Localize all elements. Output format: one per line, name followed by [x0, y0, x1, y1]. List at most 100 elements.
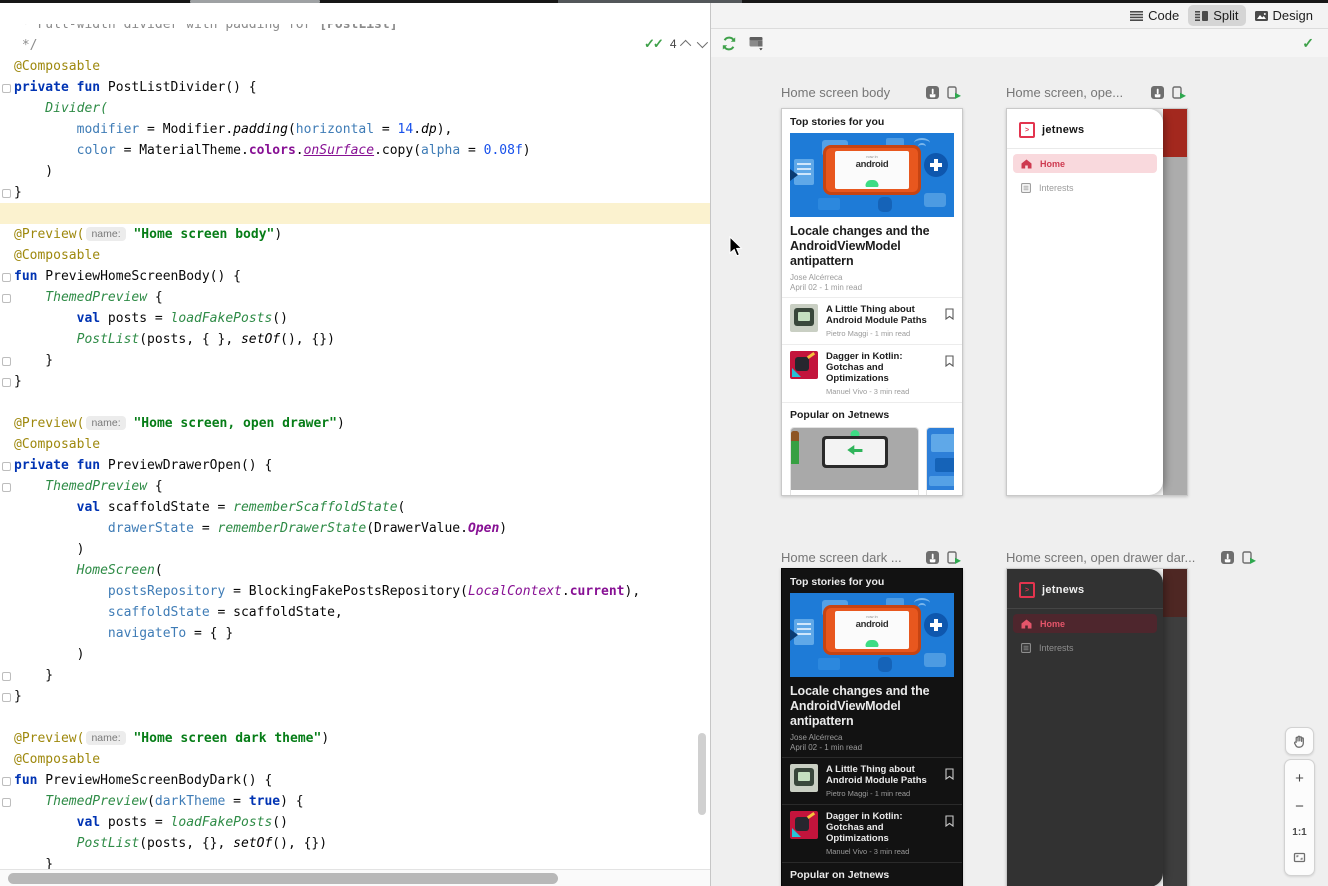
popular-card-clipped[interactable]: Loca Andr Jose Al April 0	[926, 427, 954, 496]
code-line[interactable]: @Composable	[0, 434, 710, 455]
tab-code[interactable]: Code	[1123, 5, 1186, 26]
run-on-device-icon[interactable]	[1172, 86, 1186, 99]
tab-split[interactable]: Split	[1188, 5, 1245, 26]
code-line[interactable]	[0, 707, 710, 728]
code-line[interactable]: )	[0, 539, 710, 560]
fold-marker-icon[interactable]	[2, 357, 11, 366]
code-line[interactable]: private fun PreviewDrawerOpen() {	[0, 455, 710, 476]
code-line[interactable]: Divider(	[0, 98, 710, 119]
editor-preview-splitter[interactable]	[710, 3, 711, 886]
preview-card-open-drawer[interactable]: > jetnews Home Interests	[1006, 108, 1188, 496]
post-row[interactable]: A Little Thing about Android Module Path…	[782, 298, 962, 344]
fold-marker-icon[interactable]	[2, 693, 11, 702]
fold-marker-icon[interactable]	[2, 672, 11, 681]
code-line[interactable]: @Preview(name: "Home screen dark theme")	[0, 728, 710, 749]
code-line[interactable]: ThemedPreview {	[0, 287, 710, 308]
code-line[interactable]: fun PreviewHomeScreenBody() {	[0, 266, 710, 287]
code-line[interactable]	[0, 392, 710, 413]
post-row[interactable]: Dagger in Kotlin: Gotchas and Optimizati…	[782, 345, 962, 402]
code-line[interactable]: fun PreviewHomeScreenBodyDark() {	[0, 770, 710, 791]
code-line[interactable]: @Composable	[0, 245, 710, 266]
interactive-mode-icon[interactable]	[926, 86, 939, 99]
code-line[interactable]: @Preview(name: "Home screen body")	[0, 224, 710, 245]
popular-card[interactable]: From Java Programming Langua... Florina …	[790, 427, 919, 496]
preview-card-home-screen-body[interactable]: Top stories for you now in android Loca	[781, 108, 963, 496]
drawer-item-interests[interactable]: Interests	[1013, 178, 1157, 197]
code-line[interactable]: }	[0, 665, 710, 686]
code-line[interactable]: color = MaterialTheme.colors.onSurface.c…	[0, 140, 710, 161]
fold-marker-icon[interactable]	[2, 798, 11, 807]
code-line[interactable]: )	[0, 161, 710, 182]
code-line[interactable]: }	[0, 182, 710, 203]
fold-marker-icon[interactable]	[2, 462, 11, 471]
code-line[interactable]: ThemedPreview {	[0, 476, 710, 497]
code-line[interactable]: }	[0, 686, 710, 707]
code-line[interactable]: val scaffoldState = rememberScaffoldStat…	[0, 497, 710, 518]
code-line[interactable]: val posts = loadFakePosts()	[0, 308, 710, 329]
inspection-widget[interactable]: ✓ ✓ 4	[644, 36, 705, 52]
code-line[interactable]: @Composable	[0, 56, 710, 77]
run-on-device-icon[interactable]	[947, 551, 961, 564]
post-row[interactable]: Dagger in Kotlin: Gotchas and Optimizati…	[782, 805, 962, 862]
code-line[interactable]: * Full-width divider with padding for [P…	[0, 14, 710, 35]
tab-design[interactable]: Design	[1248, 5, 1320, 26]
fold-marker-icon[interactable]	[2, 294, 11, 303]
run-on-device-icon[interactable]	[1242, 551, 1256, 564]
code-line[interactable]: scaffoldState = scaffoldState,	[0, 602, 710, 623]
fold-marker-icon[interactable]	[2, 483, 11, 492]
drawer-item-home[interactable]: Home	[1013, 614, 1157, 633]
code-line[interactable]: @Preview(name: "Home screen, open drawer…	[0, 413, 710, 434]
bookmark-icon[interactable]	[945, 768, 954, 780]
fold-marker-icon[interactable]	[2, 777, 11, 786]
preview-card-open-drawer-dark[interactable]: > jetnews Home Interests	[1006, 568, 1188, 886]
code-line[interactable]: */	[0, 35, 710, 56]
code-line[interactable]: @Composable	[0, 749, 710, 770]
editor-gutter	[0, 560, 14, 581]
zoom-actual-size-button[interactable]: 1:1	[1292, 827, 1306, 838]
post-row[interactable]: A Little Thing about Android Module Path…	[782, 758, 962, 804]
run-on-device-icon[interactable]	[947, 86, 961, 99]
fold-marker-icon[interactable]	[2, 189, 11, 198]
bookmark-icon[interactable]	[945, 308, 954, 320]
interactive-mode-icon[interactable]	[926, 551, 939, 564]
drawer-item-home[interactable]: Home	[1013, 154, 1157, 173]
bookmark-icon[interactable]	[945, 815, 954, 827]
preview-canvas[interactable]: Home screen body Home screen, ope... Hom…	[711, 57, 1328, 886]
code-line[interactable]: modifier = Modifier.padding(horizontal =…	[0, 119, 710, 140]
editor-horizontal-scrollbar[interactable]	[0, 869, 710, 886]
zoom-out-button[interactable]: −	[1295, 799, 1304, 814]
fold-marker-icon[interactable]	[2, 378, 11, 387]
code-line[interactable]: }	[0, 371, 710, 392]
post-title: Locale changes and the AndroidViewModel …	[790, 684, 954, 729]
zoom-in-button[interactable]: +	[1295, 771, 1304, 786]
fold-marker-icon[interactable]	[2, 273, 11, 282]
bookmark-icon[interactable]	[945, 355, 954, 367]
code-line[interactable]: ThemedPreview(darkTheme = true) {	[0, 791, 710, 812]
previous-problem-icon[interactable]	[679, 40, 690, 51]
code-line[interactable]: }	[0, 350, 710, 371]
zoom-controls: + − 1:1	[1284, 759, 1315, 876]
post-thumbnail	[790, 304, 818, 332]
editor-vertical-scrollbar[interactable]	[698, 733, 706, 815]
preview-card-home-screen-dark[interactable]: Top stories for you now in android Loca	[781, 568, 963, 886]
drawer-item-interests[interactable]: Interests	[1013, 638, 1157, 657]
code-line[interactable]: val posts = loadFakePosts()	[0, 812, 710, 833]
preview-layout-button[interactable]	[749, 36, 765, 51]
code-line[interactable]: postsRepository = BlockingFakePostsRepos…	[0, 581, 710, 602]
code-line[interactable]: drawerState = rememberDrawerState(Drawer…	[0, 518, 710, 539]
interactive-mode-icon[interactable]	[1221, 551, 1234, 564]
code-line[interactable]: navigateTo = { }	[0, 623, 710, 644]
code-editor[interactable]: * Full-width divider with padding for [P…	[0, 3, 710, 886]
code-line[interactable]: HomeScreen(	[0, 560, 710, 581]
pan-tool-button[interactable]	[1285, 727, 1314, 755]
zoom-to-fit-icon[interactable]	[1293, 851, 1306, 864]
scrollbar-thumb[interactable]	[8, 873, 558, 884]
code-line[interactable]: PostList(posts, {}, setOf(), {})	[0, 833, 710, 854]
interactive-mode-icon[interactable]	[1151, 86, 1164, 99]
fold-marker-icon[interactable]	[2, 84, 11, 93]
code-line[interactable]: PostList(posts, { }, setOf(), {})	[0, 329, 710, 350]
code-line[interactable]	[0, 203, 710, 224]
refresh-previews-button[interactable]	[721, 36, 737, 51]
code-line[interactable]: private fun PostListDivider() {	[0, 77, 710, 98]
code-line[interactable]: )	[0, 644, 710, 665]
